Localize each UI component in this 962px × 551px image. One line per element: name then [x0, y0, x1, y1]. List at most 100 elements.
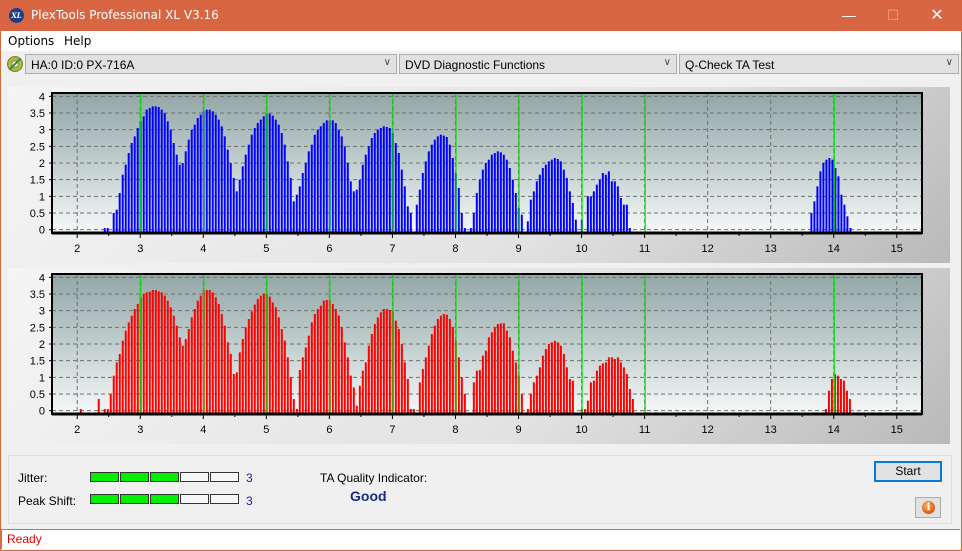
y-tick-label: 1.5: [30, 356, 45, 368]
histogram-bar: [418, 382, 421, 414]
histogram-bar: [163, 295, 166, 414]
x-tick-label: 9: [515, 424, 521, 436]
histogram-bar: [343, 342, 346, 414]
quality-value: Good: [350, 488, 387, 504]
histogram-bar: [430, 144, 433, 233]
histogram-bar: [598, 179, 601, 233]
histogram-bar: [619, 362, 622, 414]
close-button[interactable]: ✕: [914, 0, 960, 31]
histogram-bar: [286, 357, 289, 414]
minimize-button[interactable]: —: [826, 0, 872, 31]
histogram-bar: [382, 126, 385, 233]
histogram-bar: [622, 367, 625, 414]
x-tick-label: 12: [702, 243, 714, 255]
histogram-bar: [358, 385, 361, 414]
histogram-bar: [208, 290, 211, 414]
histogram-bar: [499, 152, 502, 233]
histogram-bar: [487, 159, 490, 233]
histogram-bar: [166, 121, 169, 233]
start-button[interactable]: Start: [874, 461, 942, 482]
histogram-bar: [556, 342, 559, 414]
histogram-bar: [529, 199, 532, 233]
histogram-bar: [810, 213, 813, 233]
histogram-bar: [319, 126, 322, 233]
histogram-bar: [562, 169, 565, 233]
histogram-bar: [283, 144, 286, 233]
x-tick-label: 7: [389, 243, 395, 255]
disc-drive-icon: [7, 56, 23, 72]
histogram-bar: [211, 111, 214, 233]
histogram-bar: [184, 151, 187, 233]
histogram-bar: [220, 314, 223, 414]
x-tick-label: 15: [891, 243, 903, 255]
histogram-bar: [819, 171, 822, 233]
bottom-chart-panel: 0 0.5 1 1.5 2 2.5 3 3.5 4 2 3 4 5 6 7 8 9 10 11 12 13 14 15: [8, 268, 950, 444]
histogram-bar: [184, 339, 187, 414]
histogram-bar: [262, 294, 265, 414]
histogram-bar: [244, 327, 247, 414]
x-tick-label: 3: [137, 424, 143, 436]
y-tick-label: 2: [39, 158, 45, 170]
histogram-bar: [331, 304, 334, 414]
x-tick-label: 7: [389, 424, 395, 436]
histogram-bar: [109, 394, 112, 414]
histogram-bar: [553, 340, 556, 414]
histogram-bar: [400, 344, 403, 414]
title-bar: XL PlexTools Professional XL V3.16 — ☐ ✕: [0, 0, 962, 31]
histogram-bar: [313, 134, 316, 233]
menu-help[interactable]: Help: [64, 34, 91, 48]
meter-segment: [210, 494, 239, 504]
histogram-bar: [421, 173, 424, 233]
histogram-bar: [334, 309, 337, 414]
histogram-bar: [625, 204, 628, 233]
histogram-bar: [229, 163, 232, 233]
bottom-chart: 0 0.5 1 1.5 2 2.5 3 3.5 4 2 3 4 5 6 7 8 9 10 11 12 13 14 15: [30, 272, 923, 436]
histogram-bar: [157, 291, 160, 414]
menu-options[interactable]: Options: [8, 34, 54, 48]
histogram-bar: [487, 337, 490, 414]
histogram-bar: [115, 362, 118, 414]
histogram-bar: [840, 194, 843, 233]
histogram-bar: [400, 169, 403, 233]
histogram-bar: [277, 124, 280, 233]
x-tick-label: 11: [639, 243, 650, 255]
y-tick-label: 2: [39, 339, 45, 351]
histogram-bar: [343, 146, 346, 233]
function-select[interactable]: DVD Diagnostic Functions ∨: [399, 54, 677, 74]
histogram-bar: [217, 304, 220, 414]
histogram-bar: [259, 119, 262, 233]
histogram-bar: [628, 389, 631, 414]
test-select[interactable]: Q-Check TA Test ∨: [679, 54, 959, 74]
histogram-bar: [259, 295, 262, 414]
histogram-bar: [433, 139, 436, 233]
menu-bar: Options Help: [1, 31, 961, 51]
histogram-bar: [238, 179, 241, 233]
histogram-bar: [538, 174, 541, 233]
drive-select[interactable]: HA:0 ID:0 PX-716A ∨: [25, 54, 397, 74]
top-chart: 0 0.5 1 1.5 2 2.5 3 3.5 4 2 3 4 5 6 7 8 9 10 11 12 13 14 15: [30, 91, 923, 255]
maximize-button[interactable]: ☐: [870, 0, 916, 31]
histogram-bar: [613, 359, 616, 414]
x-tick-label: 3: [137, 243, 143, 255]
y-tick-label: 2.5: [30, 141, 45, 153]
histogram-bar: [562, 354, 565, 414]
histogram-bar: [112, 375, 115, 414]
histogram-bar: [601, 363, 604, 414]
histogram-bar: [118, 193, 121, 233]
meter-segment: [90, 494, 119, 504]
histogram-bar: [496, 324, 499, 414]
meter-segment: [120, 494, 149, 504]
histogram-bar: [406, 379, 409, 414]
histogram-bar: [331, 120, 334, 233]
histogram-bar: [559, 345, 562, 414]
meter-segment: [150, 494, 179, 504]
histogram-bar: [571, 380, 574, 414]
histogram-bar: [244, 154, 247, 233]
histogram-bar: [589, 196, 592, 233]
histogram-bar: [190, 317, 193, 414]
histogram-bar: [316, 309, 319, 414]
histogram-bar: [247, 319, 250, 414]
info-button[interactable]: i: [915, 497, 941, 518]
histogram-bar: [619, 198, 622, 233]
status-bar: Ready: [1, 529, 960, 549]
